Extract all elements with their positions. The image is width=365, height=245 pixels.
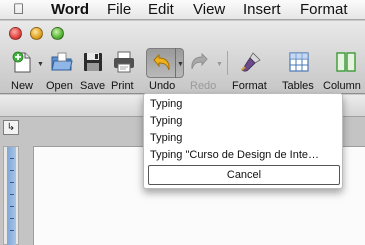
format-brush-icon[interactable] [239,50,263,74]
print-button-label[interactable]: Print [111,80,134,92]
redo-icon[interactable] [188,50,212,74]
undo-history-item[interactable]: Typing "Curso de Design de Inte… [150,147,338,164]
new-document-icon[interactable] [10,50,34,74]
redo-button-label[interactable]: Redo [190,80,216,92]
close-window-button[interactable] [9,27,22,40]
tables-button-label[interactable]: Tables [282,80,314,92]
undo-history-item[interactable]: Typing [150,96,338,113]
toolbar: ▼ New Open Save Print ▼ Undo ▼ Redo Form… [0,21,365,94]
columns-icon[interactable] [334,50,358,74]
cancel-button[interactable]: Cancel [148,165,340,185]
tab-stop-selector-icon[interactable]: ↳ [3,120,19,135]
open-button-label[interactable]: Open [46,80,73,92]
minimize-window-button[interactable] [30,27,43,40]
vertical-ruler-tick [10,194,14,195]
menu-insert[interactable]: Insert [243,2,281,18]
undo-dropdown-arrow-icon[interactable]: ▼ [177,61,184,68]
new-button-label[interactable]: New [11,80,33,92]
menu-view[interactable]: View [193,2,225,18]
menu-edit[interactable]: Edit [148,2,174,18]
menu-format[interactable]: Format [300,2,348,18]
vertical-ruler-tick [10,182,14,183]
columns-button-label[interactable]: Column [323,80,361,92]
menu-app-word[interactable]: Word [51,2,89,18]
undo-icon[interactable] [149,51,173,75]
save-button-label[interactable]: Save [80,80,105,92]
printer-icon[interactable] [112,50,136,74]
menu-file[interactable]: File [107,2,131,18]
vertical-ruler-tick [10,206,14,207]
toolbar-separator [227,51,228,75]
undo-split-divider [175,48,176,78]
vertical-ruler-tick [10,170,14,171]
table-grid-icon[interactable] [287,50,311,74]
undo-history-dropdown: Typing Typing Typing Typing "Curso de De… [143,93,343,189]
undo-history-item[interactable]: Typing [150,130,338,147]
open-folder-icon[interactable] [50,50,74,74]
undo-history-item[interactable]: Typing [150,113,338,130]
menu-bar:  Word File Edit View Insert Format [0,0,365,20]
zoom-window-button[interactable] [51,27,64,40]
vertical-ruler-tick [10,230,14,231]
new-dropdown-arrow-icon[interactable]: ▼ [37,61,44,68]
format-button-label[interactable]: Format [232,80,267,92]
undo-button-label[interactable]: Undo [149,80,175,92]
redo-dropdown-arrow-icon[interactable]: ▼ [216,61,223,68]
apple-menu-icon[interactable]:  [13,1,24,18]
vertical-ruler-tick [10,218,14,219]
save-disk-icon[interactable] [81,50,105,74]
vertical-ruler-tick [10,158,14,159]
